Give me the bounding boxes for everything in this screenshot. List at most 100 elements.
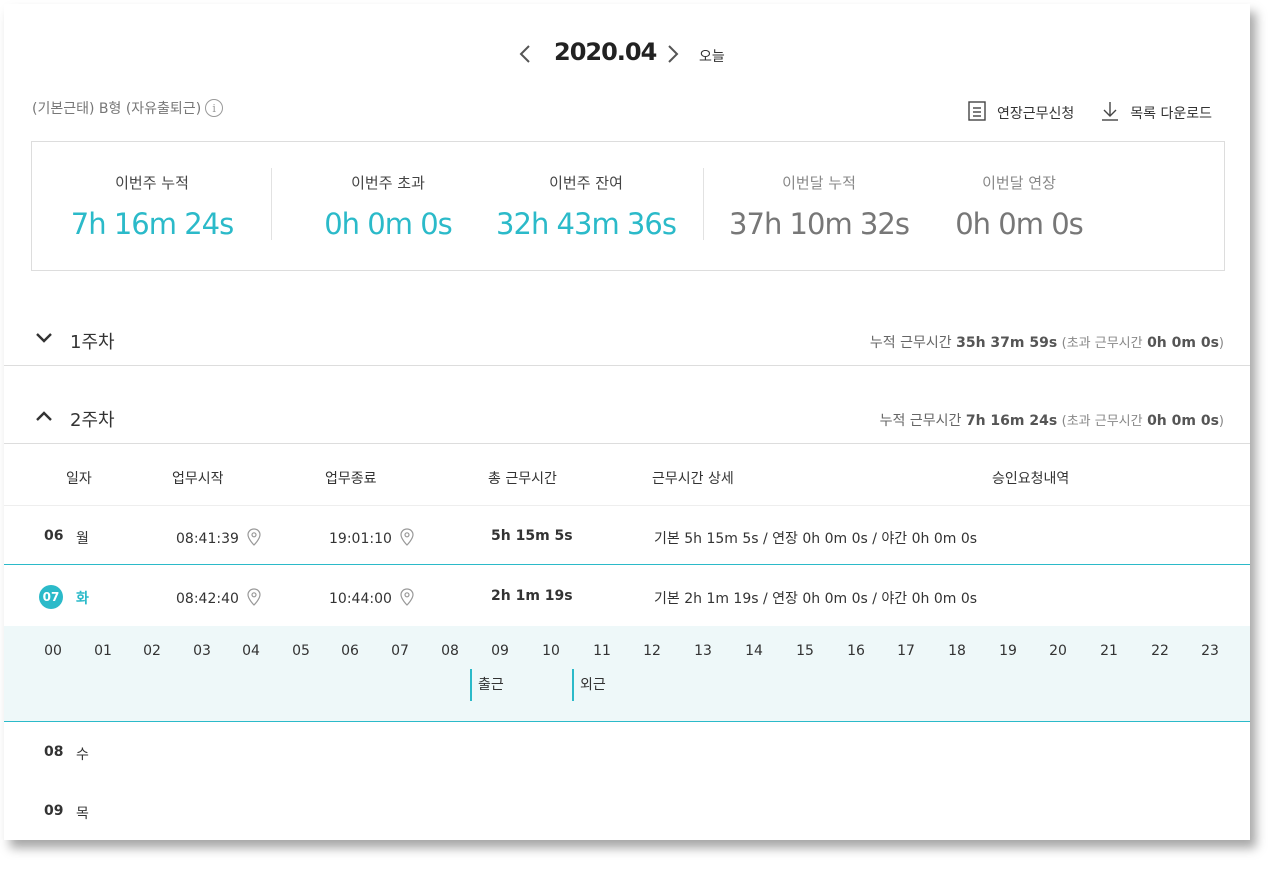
row-end-time: 19:01:10: [329, 528, 414, 547]
week-summary-prefix: 누적 근무시간: [879, 413, 962, 429]
hour-label: 06: [341, 643, 359, 659]
hour-label: 08: [441, 643, 459, 659]
summary-month-overtime: 이번달 연장 0h 0m 0s: [899, 172, 1139, 241]
chevron-left-icon[interactable]: [516, 42, 536, 66]
summary-label: 이번달 연장: [982, 174, 1056, 192]
hour-label: 03: [193, 643, 211, 659]
hour-label: 16: [847, 643, 865, 659]
summary-value: 0h 0m 0s: [955, 207, 1084, 241]
info-icon[interactable]: i: [205, 99, 224, 117]
overtime-request-button[interactable]: 연장근무신청: [967, 100, 1074, 126]
download-list-button[interactable]: 목록 다운로드: [1100, 100, 1212, 126]
timeline-marker-clock-in[interactable]: 출근: [470, 669, 504, 701]
hour-label: 20: [1049, 643, 1067, 659]
week-2-header[interactable]: 2주차 누적 근무시간 7h 16m 24s (초과 근무시간 0h 0m 0s…: [4, 388, 1250, 444]
week-overtime: 0h 0m 0s: [1147, 335, 1219, 351]
hour-label: 17: [897, 643, 915, 659]
week-1-header[interactable]: 1주차 누적 근무시간 35h 37m 59s (초과 근무시간 0h 0m 0…: [4, 310, 1250, 366]
hour-label: 05: [292, 643, 310, 659]
hour-label: 15: [796, 643, 814, 659]
overtime-request-label: 연장근무신청: [996, 106, 1075, 122]
chevron-up-icon[interactable]: [34, 408, 54, 424]
location-pin-icon[interactable]: [247, 588, 261, 606]
hour-label: 02: [143, 643, 161, 659]
table-row[interactable]: 09 목: [4, 781, 1250, 840]
hour-label: 09: [491, 643, 509, 659]
row-total: 5h 15m 5s: [491, 528, 573, 544]
summary-value: 32h 43m 36s: [496, 207, 677, 241]
week-overtime: 0h 0m 0s: [1147, 413, 1219, 429]
hour-label: 12: [643, 643, 661, 659]
row-weekday: 수: [76, 747, 89, 763]
week-overtime-suffix: ): [1218, 336, 1224, 351]
location-pin-icon[interactable]: [400, 588, 414, 606]
day-timeline: 00 01 02 03 04 05 06 07 08 09 10 11 12 1…: [4, 626, 1250, 722]
summary-label: 이번주 잔여: [549, 174, 623, 192]
table-header: 일자 업무시작 업무종료 총 근무시간 근무시간 상세 승인요청내역: [4, 446, 1250, 506]
hour-label: 21: [1100, 643, 1118, 659]
row-detail: 기본 5h 15m 5s / 연장 0h 0m 0s / 야간 0h 0m 0s: [654, 531, 978, 547]
end-time-value: 10:44:00: [329, 591, 392, 607]
column-header-end: 업무종료: [325, 471, 377, 487]
week-summary: 누적 근무시간 35h 37m 59s (초과 근무시간 0h 0m 0s): [870, 332, 1224, 352]
week-total: 35h 37m 59s: [956, 335, 1058, 351]
row-day: 07: [39, 585, 63, 609]
hour-label: 01: [94, 643, 112, 659]
hour-label: 18: [948, 643, 966, 659]
row-start-time: 08:42:40: [176, 588, 261, 607]
row-start-time: 08:41:39: [176, 528, 261, 547]
week-overtime-prefix: (초과 근무시간: [1061, 336, 1143, 351]
summary-week-remaining: 이번주 잔여 32h 43m 36s: [466, 172, 706, 241]
end-time-value: 19:01:10: [329, 531, 392, 547]
column-header-detail: 근무시간 상세: [652, 471, 734, 487]
timeline-marker-field-work[interactable]: 외근: [572, 669, 606, 701]
table-row[interactable]: 07 화 08:42:40 10:44:00 2h 1m 19s 기본 2h 1…: [4, 566, 1250, 625]
month-navigation: 2020.04 오늘: [4, 38, 1250, 70]
hour-label: 04: [242, 643, 260, 659]
hour-label: 11: [593, 643, 611, 659]
location-pin-icon[interactable]: [247, 528, 261, 546]
table-row[interactable]: 08 수: [4, 722, 1250, 781]
hour-label: 19: [999, 643, 1017, 659]
attendance-panel: 2020.04 오늘 (기본근태) B형 (자유출퇴근) i 연장근무신청 목록…: [4, 4, 1250, 840]
column-header-date: 일자: [66, 471, 92, 487]
hour-label: 22: [1151, 643, 1169, 659]
hour-label: 00: [44, 643, 62, 659]
attendance-policy: (기본근태) B형 (자유출퇴근) i: [32, 98, 224, 118]
summary-box: 이번주 누적 7h 16m 24s 이번주 초과 0h 0m 0s 이번주 잔여…: [31, 141, 1225, 271]
action-bar: 연장근무신청 목록 다운로드: [967, 100, 1212, 126]
table-row[interactable]: 06 월 08:41:39 19:01:10 5h 15m 5s 기본 5h 1…: [4, 506, 1250, 565]
start-time-value: 08:42:40: [176, 591, 239, 607]
document-icon: [967, 100, 987, 126]
hour-label: 14: [745, 643, 763, 659]
week-name: 2주차: [70, 410, 115, 431]
row-day: 06: [44, 528, 64, 544]
chevron-right-icon[interactable]: [662, 42, 682, 66]
hour-label: 13: [694, 643, 712, 659]
row-total: 2h 1m 19s: [491, 588, 573, 604]
hour-label: 07: [391, 643, 409, 659]
today-button[interactable]: 오늘: [699, 46, 725, 66]
column-header-approval: 승인요청내역: [992, 471, 1070, 487]
start-time-value: 08:41:39: [176, 531, 239, 547]
week-overtime-suffix: ): [1218, 414, 1224, 429]
location-pin-icon[interactable]: [400, 528, 414, 546]
summary-label: 이번주 누적: [115, 174, 189, 192]
week-total: 7h 16m 24s: [965, 413, 1058, 429]
row-detail: 기본 2h 1m 19s / 연장 0h 0m 0s / 야간 0h 0m 0s: [654, 591, 978, 607]
week-overtime-prefix: (초과 근무시간: [1061, 414, 1143, 429]
row-weekday: 목: [76, 806, 89, 822]
today-badge: 07: [39, 585, 63, 609]
week-summary: 누적 근무시간 7h 16m 24s (초과 근무시간 0h 0m 0s): [880, 410, 1224, 430]
download-icon: [1100, 100, 1120, 126]
week-summary-prefix: 누적 근무시간: [869, 335, 952, 351]
row-weekday: 화: [76, 591, 89, 607]
hour-label: 10: [542, 643, 560, 659]
column-header-total: 총 근무시간: [488, 471, 557, 487]
hour-label: 23: [1201, 643, 1219, 659]
row-end-time: 10:44:00: [329, 588, 414, 607]
download-list-label: 목록 다운로드: [1130, 106, 1212, 122]
summary-week-accumulated: 이번주 누적 7h 16m 24s: [32, 172, 272, 241]
chevron-down-icon[interactable]: [34, 330, 54, 346]
row-weekday: 월: [76, 531, 89, 547]
